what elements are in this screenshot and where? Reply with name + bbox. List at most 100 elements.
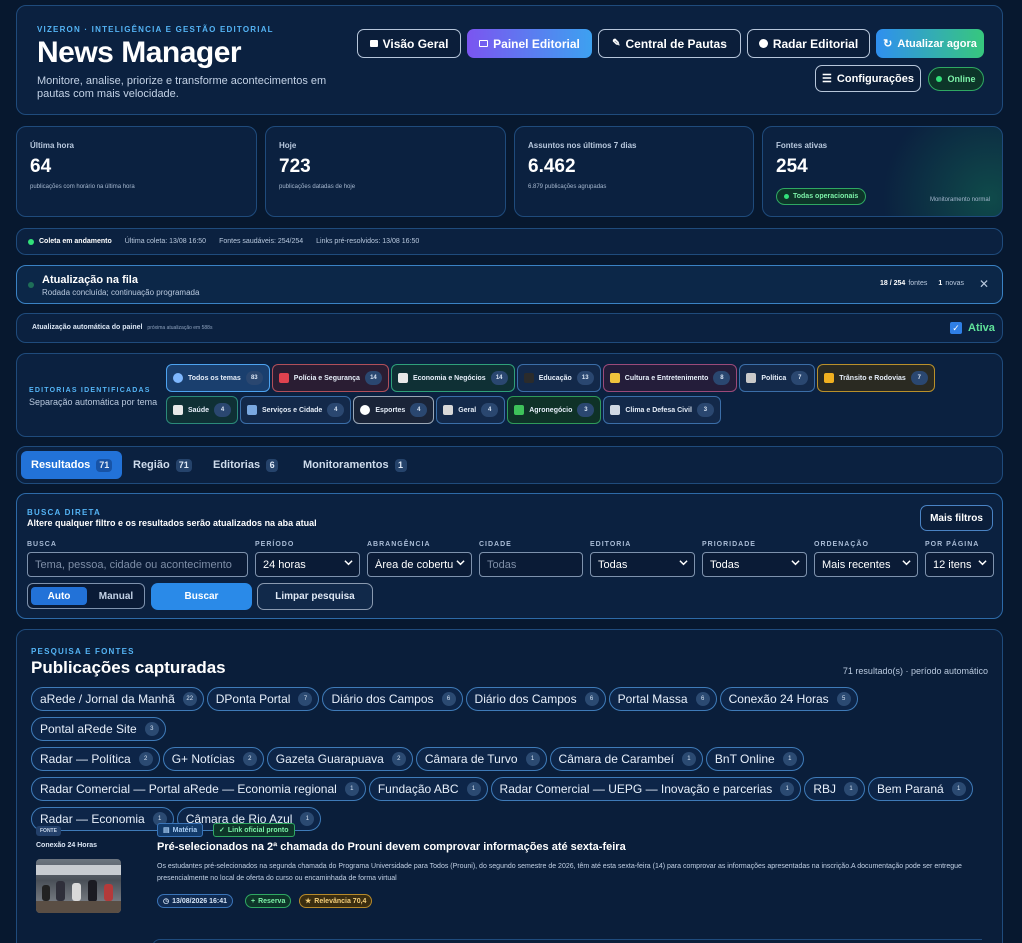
source-filter-count: 1 (782, 752, 797, 766)
pautas-button[interactable]: ✎ Central de Pautas (598, 29, 741, 58)
editoria-chip[interactable]: Política 7 (739, 364, 816, 392)
source-filter-chip[interactable]: Bem Paraná 1 (867, 777, 973, 801)
editoria-chip[interactable]: Todos os temas 83 (166, 364, 270, 392)
source-filter-label: Diário dos Campos (331, 692, 434, 706)
editoria-chip[interactable]: Polícia e Segurança 14 (271, 364, 389, 392)
auto-update-checkbox[interactable]: ✓ (950, 322, 962, 334)
stat-card-today: Hoje 723 publicações datadas de hoje (265, 126, 506, 217)
editoria-chip[interactable]: Educação 13 (516, 364, 601, 392)
source-filter-count: 7 (298, 692, 313, 706)
queue-title: Atualização na fila (42, 274, 138, 286)
hospital-icon (173, 405, 183, 415)
source-filter-chip[interactable]: BnT Online 1 (705, 747, 804, 771)
editorial-panel-button[interactable]: Painel Editorial (467, 29, 592, 58)
editoria-select[interactable]: Todas (590, 552, 695, 577)
source-filter-chip[interactable]: Conexão 24 Horas 5 (719, 687, 858, 711)
editoria-chip-label: Agronegócio (529, 406, 573, 414)
results-meta: 71 resultado(s) · período automático (842, 666, 988, 676)
editoria-chip[interactable]: Clima e Defesa Civil 3 (603, 396, 721, 424)
source-filter-label: Portal Massa (617, 692, 688, 706)
editorias-title: EDITORIAS IDENTIFICADAS (29, 387, 151, 394)
article-reserve-badge: + Reserva (245, 894, 292, 908)
collecting-dot-icon (28, 238, 34, 245)
clear-search-button[interactable]: Limpar pesquisa (257, 583, 373, 610)
auto-update-label: Atualização automática do painel próxima… (32, 324, 213, 331)
overview-button[interactable]: Visão Geral (357, 29, 461, 58)
online-badge: Online (928, 67, 984, 91)
auto-update-state: Ativa (968, 322, 995, 334)
priority-select[interactable]: Todas (702, 552, 807, 577)
editoria-chip-label: Política (761, 374, 787, 382)
more-filters-button[interactable]: Mais filtros (920, 505, 993, 531)
editoria-chip-label: Todos os temas (188, 374, 241, 382)
period-select[interactable]: 24 horas (255, 552, 360, 577)
source-filter-chip[interactable]: Gazeta Guarapuava 2 (266, 747, 413, 771)
mode-auto-button[interactable]: Auto (31, 587, 87, 605)
collection-status-bar: Coleta em andamento Última coleta: 13/08… (16, 228, 1003, 255)
tab-results[interactable]: Resultados 71 (21, 451, 123, 479)
source-filter-chip[interactable]: DPonta Portal 7 (206, 687, 320, 711)
editoria-chip[interactable]: Economia e Negócios 14 (390, 364, 515, 392)
source-filter-label: Pontal aRede Site (40, 722, 137, 736)
square-icon (369, 40, 378, 47)
search-input[interactable]: Tema, pessoa, cidade ou acontecimento (27, 552, 248, 577)
circle-icon (173, 373, 183, 383)
editoria-chip-count: 14 (490, 371, 508, 385)
stat-card-topics: Assuntos nos últimos 7 dias 6.462 6.879 … (514, 126, 754, 217)
source-filter-chip[interactable]: Fundação ABC 1 (368, 777, 488, 801)
source-filter-chip[interactable]: Câmara de Carambeí 1 (549, 747, 703, 771)
source-filter-label: RBJ (813, 782, 836, 796)
source-filter-label: Radar — Política (40, 752, 131, 766)
source-filter-chip[interactable]: Diário dos Campos 6 (322, 687, 463, 711)
editoria-chip[interactable]: Agronegócio 3 (507, 396, 602, 424)
source-filter-chip[interactable]: Diário dos Campos 6 (465, 687, 606, 711)
page-subtitle: Monitore, analise, priorize e transforme… (37, 75, 327, 100)
radar-button[interactable]: Radar Editorial (747, 29, 870, 58)
source-filter-chip[interactable]: Câmara de Turvo 1 (415, 747, 547, 771)
article-title[interactable]: Pré-selecionados na 2ª chamada do Prouni… (157, 841, 626, 853)
article-card[interactable]: FONTE Conexão 24 Horas ▤ Matéria ✓ Link of… (31, 822, 991, 922)
tab-region[interactable]: Região 71 (123, 451, 202, 479)
source-filter-chip[interactable]: Radar — Política 2 (31, 747, 160, 771)
editoria-chip[interactable]: Saúde 4 (166, 396, 239, 424)
chevron-down-icon (791, 560, 800, 566)
source-tag: FONTE (36, 826, 61, 836)
newspaper-icon (443, 405, 454, 415)
editoria-chip[interactable]: Geral 4 (436, 396, 506, 424)
graduation-cap-icon (523, 373, 534, 383)
source-filter-chip[interactable]: Pontal aRede Site 3 (31, 717, 166, 741)
source-filter-chip[interactable]: G+ Notícias 2 (162, 747, 264, 771)
city-input[interactable]: Todas (479, 552, 583, 577)
source-filter-chip[interactable]: Radar Comercial — Portal aRede — Economi… (31, 777, 366, 801)
editoria-chip-label: Esportes (375, 406, 406, 414)
tab-editorias[interactable]: Editorias 6 (203, 451, 288, 479)
source-filter-chip[interactable]: Portal Massa 6 (608, 687, 717, 711)
order-select[interactable]: Mais recentes (814, 552, 918, 577)
search-title: Altere qualquer filtro e os resultados s… (27, 518, 317, 528)
mode-manual-button[interactable]: Manual (90, 587, 142, 605)
source-filter-chip[interactable]: Radar Comercial — UEPG — Inovação e parc… (490, 777, 802, 801)
tab-monitoring[interactable]: Monitoramentos 1 (293, 451, 417, 479)
queue-banner: Atualização na fila Rodada concluída; co… (16, 265, 1003, 304)
scope-select[interactable]: Área de cobertura (367, 552, 472, 577)
article-type-badge: ▤ Matéria (157, 823, 204, 837)
editorias-subtitle: Separação automática por tema (29, 397, 158, 407)
source-filter-chip[interactable]: aRede / Jornal da Manhã 22 (31, 687, 204, 711)
source-filter-count: 1 (344, 782, 359, 796)
editoria-chip-list: Todos os temas 83 Polícia e Segurança 14 Eco… (166, 364, 966, 428)
refresh-button[interactable]: ↻ Atualizar agora (876, 29, 984, 58)
source-filter-chip[interactable]: RBJ 1 (804, 777, 865, 801)
editoria-chip-count: 3 (577, 403, 595, 417)
editoria-chip-count: 4 (327, 403, 345, 417)
per-page-select[interactable]: 12 itens (925, 552, 994, 577)
queue-dot-icon (28, 282, 34, 288)
editoria-chip[interactable]: Trânsito e Rodovias 7 (817, 364, 935, 392)
search-button[interactable]: Buscar (151, 583, 252, 610)
source-filter-label: Diário dos Campos (474, 692, 577, 706)
close-icon[interactable]: ✕ (979, 277, 989, 291)
editoria-chip[interactable]: Serviços e Cidade 4 (240, 396, 352, 424)
settings-button[interactable]: ☰ Configurações (815, 65, 921, 92)
editoria-chip[interactable]: Cultura e Entretenimento 8 (602, 364, 738, 392)
editoria-chip[interactable]: Esportes 4 (353, 396, 435, 424)
source-filter-label: Gazeta Guarapuava (275, 752, 384, 766)
